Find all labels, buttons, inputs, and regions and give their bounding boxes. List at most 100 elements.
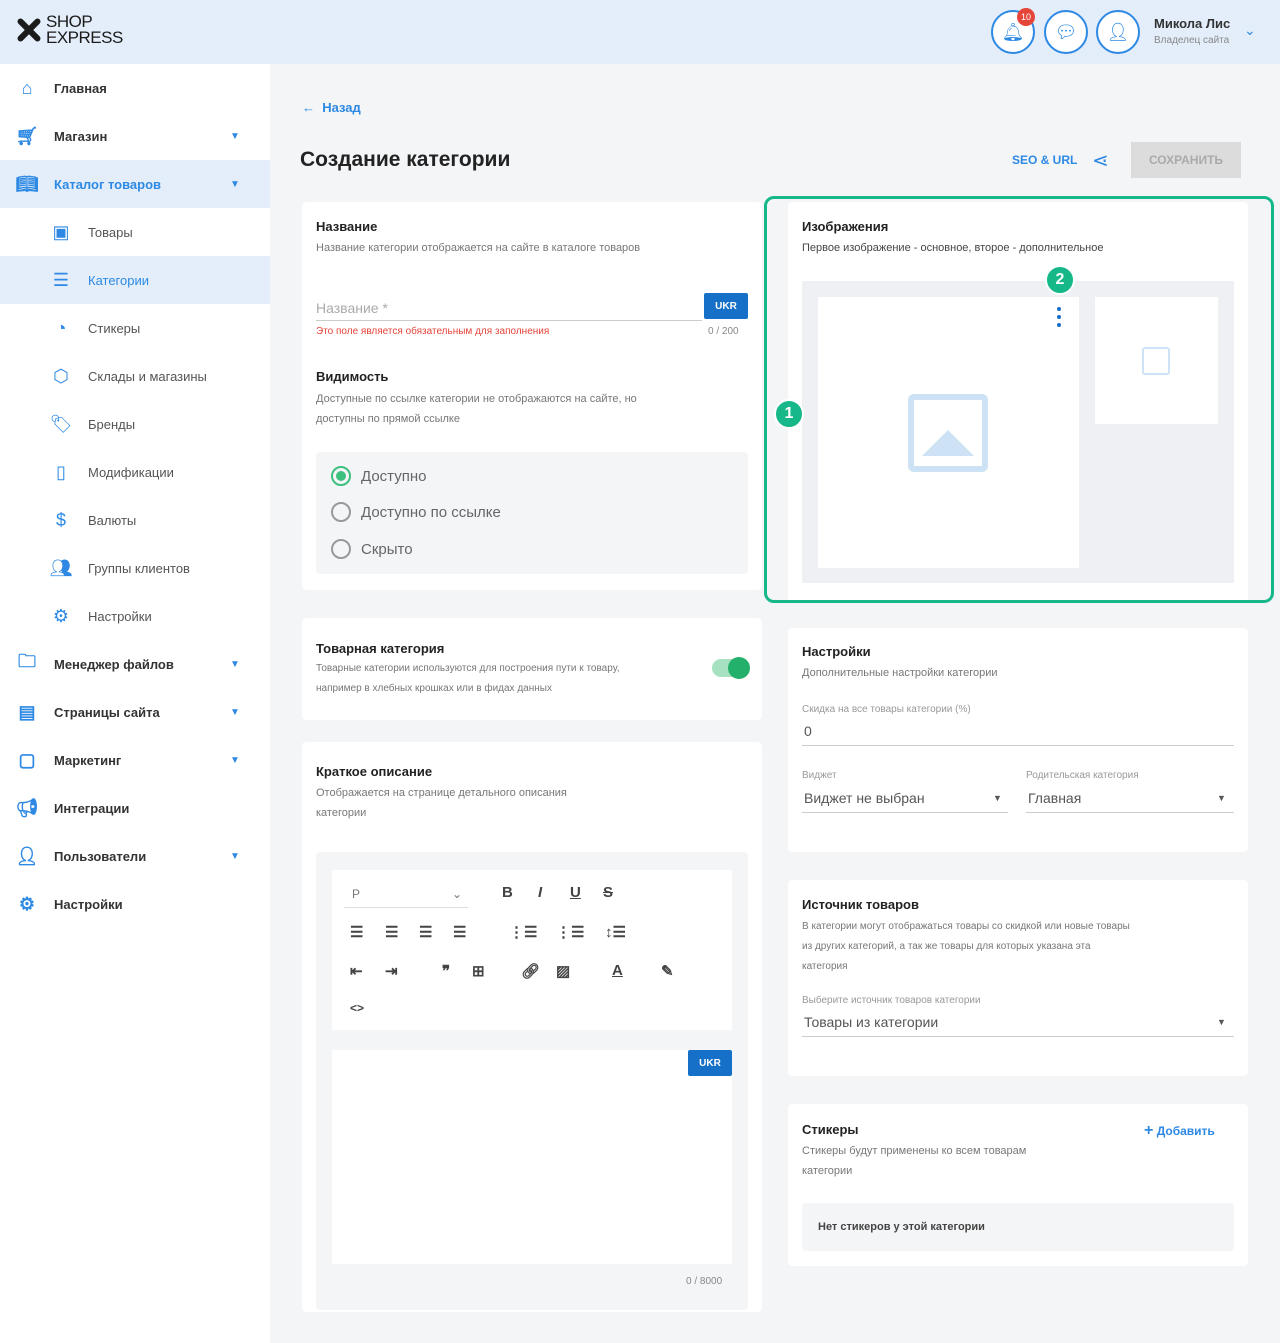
source-select-label: Выберите источник товаров категории [802, 995, 981, 1006]
marker-1: 1 [774, 399, 804, 429]
sidebar-item-marketing[interactable]: ▢ Маркетинг ▼ [0, 736, 270, 784]
radio-hidden[interactable]: Скрыто [331, 539, 413, 559]
dollar-icon: $ [55, 509, 66, 530]
sidebar-item-categories[interactable]: ☰ Категории [0, 256, 270, 304]
align-center-icon[interactable]: ☰ [385, 923, 398, 941]
share-icon[interactable]: ⋖ [1092, 148, 1109, 173]
book-icon: 📖︎ [15, 173, 39, 194]
users-icon: 👥︎ [49, 557, 73, 578]
link-icon[interactable]: 🔗︎ [521, 962, 540, 980]
sidebar-item-products[interactable]: ▣ Товары [0, 208, 270, 256]
product-category-toggle[interactable] [712, 657, 750, 679]
discount-underline [802, 745, 1234, 746]
editor-content-area[interactable] [332, 1050, 732, 1264]
name-title: Название [316, 219, 378, 234]
sidebar-item-integrations[interactable]: 📢︎ Интеграции [0, 784, 270, 832]
sidebar-item-catalog-settings[interactable]: ⚙ Настройки [0, 592, 270, 640]
indent-icon[interactable]: ⇥ [385, 962, 398, 980]
gear-icon: ⚙ [52, 605, 70, 626]
pages-icon: ▤ [18, 701, 36, 722]
source-select[interactable]: Товары из категории [804, 1014, 938, 1030]
text-color-icon[interactable]: A [612, 962, 623, 979]
plus-icon: + [1144, 1122, 1154, 1139]
parent-category-select[interactable]: Главная [1028, 790, 1081, 806]
sidebar-item-catalog[interactable]: 📖︎ Каталог товаров ▼ [0, 160, 270, 208]
source-underline [802, 1036, 1234, 1037]
logo[interactable]: SHOP EXPRESS [14, 12, 123, 47]
user-icon: 👤︎ [1106, 21, 1130, 42]
bold-icon[interactable]: B [502, 884, 513, 901]
sidebar-item-shop[interactable]: 🛒︎ Магазин ▼ [0, 112, 270, 160]
more-options-icon[interactable] [1057, 307, 1063, 327]
align-right-icon[interactable]: ☰ [419, 923, 432, 941]
short-desc-title: Краткое описание [316, 764, 433, 779]
stickers-title: Стикеры [802, 1122, 859, 1137]
bullet-list-icon[interactable]: ⋮☰ [509, 923, 537, 941]
outdent-icon[interactable]: ⇤ [350, 962, 363, 980]
caret-down-icon: ▼ [230, 754, 240, 766]
format-select[interactable]: P ⌄ [344, 882, 468, 908]
settings-desc: Дополнительные настройки категории [802, 667, 998, 679]
back-link[interactable]: ← Назад [302, 100, 361, 115]
sidebar-item-stickers[interactable]: ◔ Стикеры [0, 304, 270, 352]
editor-language-button[interactable]: UKR [688, 1050, 732, 1076]
underline-icon[interactable]: U [570, 884, 581, 901]
parent-category-underline [1026, 812, 1234, 813]
line-height-icon[interactable]: ↕☰ [605, 923, 626, 941]
caret-down-icon: ▼ [230, 658, 240, 670]
radio-available-by-link[interactable]: Доступно по ссылке [331, 502, 501, 522]
gear-icon: ⚙ [18, 893, 36, 914]
sidebar-item-brands[interactable]: 🏷︎ Бренды [0, 400, 270, 448]
align-justify-icon[interactable]: ☰ [453, 923, 466, 941]
sidebar-item-users[interactable]: 👤︎ Пользователи ▼ [0, 832, 270, 880]
chevron-down-icon[interactable]: ⌄ [1244, 22, 1256, 39]
sidebar-item-warehouses[interactable]: ⬡ Склады и магазины [0, 352, 270, 400]
image-icon[interactable]: ▨ [556, 962, 570, 980]
widget-underline [802, 812, 1008, 813]
discount-input[interactable]: 0 [804, 723, 812, 739]
chevron-down-icon: ⌄ [451, 887, 462, 901]
name-input[interactable]: Название * [316, 300, 388, 316]
image-placeholder-icon [908, 394, 988, 472]
settings-title: Настройки [802, 644, 871, 659]
language-button[interactable]: UKR [704, 293, 748, 319]
settings-card [788, 628, 1248, 852]
messages-button[interactable]: 💬︎ [1044, 10, 1088, 54]
sidebar-item-site-pages[interactable]: ▤ Страницы сайта ▼ [0, 688, 270, 736]
name-desc: Название категории отображается на сайте… [316, 242, 641, 254]
strikethrough-icon[interactable]: S [603, 884, 613, 901]
add-sticker-button[interactable]: + Добавить [1144, 1122, 1215, 1140]
stickers-empty-state: Нет стикеров у этой категории [802, 1203, 1234, 1251]
sidebar-item-file-manager[interactable]: 🗀 Менеджер файлов ▼ [0, 640, 270, 688]
discount-label: Скидка на все товары категории (%) [802, 704, 971, 715]
align-left-icon[interactable]: ☰ [350, 923, 363, 941]
name-input-underline [316, 320, 702, 321]
quote-icon[interactable]: ❞ [442, 962, 450, 980]
profile-button[interactable]: 👤︎ [1096, 10, 1140, 54]
caret-down-icon: ▼ [1217, 793, 1226, 803]
table-icon[interactable]: ⊞ [472, 962, 485, 980]
widget-select[interactable]: Виджет не выбран [804, 790, 925, 806]
source-code-icon[interactable]: <> [350, 1001, 364, 1015]
sidebar-item-client-groups[interactable]: 👥︎ Группы клиентов [0, 544, 270, 592]
visibility-title: Видимость [316, 369, 389, 384]
italic-icon[interactable]: I [538, 884, 542, 901]
tag-icon: 🏷︎ [49, 413, 73, 434]
user-name[interactable]: Микола Лис [1154, 16, 1230, 31]
logo-text: SHOP EXPRESS [46, 12, 123, 47]
notifications-button[interactable]: 🔔︎ 10 [991, 8, 1035, 54]
image-placeholder-icon [1142, 347, 1170, 375]
page-title: Создание категории [300, 148, 511, 171]
sidebar-item-settings[interactable]: ⚙ Настройки [0, 880, 270, 928]
numbered-list-icon[interactable]: ⋮☰ [556, 923, 584, 941]
source-title: Источник товаров [802, 897, 919, 912]
seo-url-button[interactable]: SEO & URL [1012, 153, 1077, 167]
source-desc: В категории могут отображаться товары со… [802, 921, 1130, 972]
highlight-icon[interactable]: ✎ [661, 962, 674, 980]
sidebar-item-modifications[interactable]: ▯ Модификации [0, 448, 270, 496]
radio-icon [331, 502, 351, 522]
save-button[interactable]: СОХРАНИТЬ [1131, 142, 1241, 178]
sidebar-item-home[interactable]: ⌂ Главная [0, 64, 270, 112]
radio-available[interactable]: Доступно [331, 466, 426, 486]
sidebar-item-currencies[interactable]: $ Валюты [0, 496, 270, 544]
